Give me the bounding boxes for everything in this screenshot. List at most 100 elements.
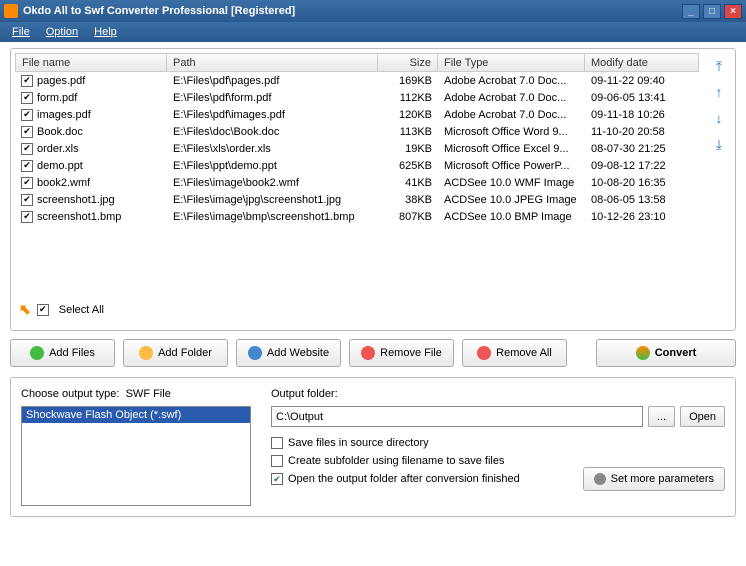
table-row[interactable]: ✔pages.pdfE:\Files\pdf\pages.pdf169KBAdo… <box>15 72 707 89</box>
row-checkbox[interactable]: ✔ <box>21 211 33 223</box>
app-icon <box>4 4 18 18</box>
file-type: ACDSee 10.0 JPEG Image <box>438 194 585 206</box>
file-size: 113KB <box>378 126 438 138</box>
file-list-panel: File name Path Size File Type Modify dat… <box>10 48 736 331</box>
convert-icon <box>636 346 650 360</box>
output-folder-input[interactable] <box>271 406 643 427</box>
table-row[interactable]: ✔images.pdfE:\Files\pdf\images.pdf120KBA… <box>15 106 707 123</box>
file-type: Microsoft Office Excel 9... <box>438 143 585 155</box>
output-type-item[interactable]: Shockwave Flash Object (*.swf) <box>22 407 250 423</box>
row-checkbox[interactable]: ✔ <box>21 126 33 138</box>
convert-button[interactable]: Convert <box>596 339 736 367</box>
table-row[interactable]: ✔screenshot1.bmpE:\Files\image\bmp\scree… <box>15 208 707 225</box>
file-date: 08-06-05 13:58 <box>585 194 699 206</box>
file-size: 807KB <box>378 211 438 223</box>
table-row[interactable]: ✔book2.wmfE:\Files\image\book2.wmf41KBAC… <box>15 174 707 191</box>
minus-icon <box>361 346 375 360</box>
file-size: 625KB <box>378 160 438 172</box>
row-checkbox[interactable]: ✔ <box>21 92 33 104</box>
up-arrow-icon: ⬉ <box>19 301 31 318</box>
row-checkbox[interactable]: ✔ <box>21 109 33 121</box>
file-table: File name Path Size File Type Modify dat… <box>15 53 707 295</box>
file-date: 08-07-30 21:25 <box>585 143 699 155</box>
col-path[interactable]: Path <box>167 53 378 72</box>
file-name: screenshot1.bmp <box>37 211 121 223</box>
table-row[interactable]: ✔form.pdfE:\Files\pdf\form.pdf112KBAdobe… <box>15 89 707 106</box>
row-checkbox[interactable]: ✔ <box>21 75 33 87</box>
choose-type-value: SWF File <box>126 388 171 400</box>
table-row[interactable]: ✔ screenshot1.jpg E:\Files\image\jpg\scree… <box>15 191 707 208</box>
file-type: ACDSee 10.0 BMP Image <box>438 211 585 223</box>
col-size[interactable]: Size <box>378 53 438 72</box>
row-checkbox[interactable]: ✔ <box>21 143 33 155</box>
action-button-row: Add Files Add Folder Add Website Remove … <box>10 339 736 367</box>
move-bottom-icon[interactable]: ⤓ <box>710 135 728 153</box>
menu-help[interactable]: Help <box>86 23 125 41</box>
output-folder-label: Output folder: <box>271 388 725 400</box>
file-name: book2.wmf <box>37 177 90 189</box>
file-path: E:\Files\image\jpg\screenshot1.jpg <box>167 194 378 206</box>
save-in-source-label: Save files in source directory <box>288 437 429 449</box>
gear-icon <box>594 473 606 485</box>
col-modifydate[interactable]: Modify date <box>585 53 699 72</box>
col-filetype[interactable]: File Type <box>438 53 585 72</box>
table-row[interactable]: ✔ demo.ppt E:\Files\ppt\demo.ppt625KBMicro… <box>15 157 707 174</box>
file-size: 38KB <box>378 194 438 206</box>
remove-file-button[interactable]: Remove File <box>349 339 454 367</box>
file-path: E:\Files\xls\order.xls <box>167 143 378 155</box>
file-name: Book.doc <box>37 126 83 138</box>
maximize-button[interactable]: □ <box>703 4 721 19</box>
file-path: E:\Files\pdf\images.pdf <box>167 109 378 121</box>
table-row[interactable]: ✔ Book.doc E:\Files\doc\Book.doc113KBMicro… <box>15 123 707 140</box>
file-name: pages.pdf <box>37 75 85 87</box>
menu-file[interactable]: File <box>4 23 38 41</box>
move-down-icon[interactable]: ↓ <box>710 109 728 127</box>
remove-all-button[interactable]: Remove All <box>462 339 567 367</box>
browse-button[interactable]: ... <box>648 406 675 427</box>
file-date: 09-08-12 17:22 <box>585 160 699 172</box>
file-name: screenshot1.jpg <box>37 194 115 206</box>
select-all-label: Select All <box>59 304 104 316</box>
plus-icon <box>30 346 44 360</box>
file-path: E:\Files\pdf\form.pdf <box>167 92 378 104</box>
move-top-icon[interactable]: ⤒ <box>710 57 728 75</box>
add-folder-button[interactable]: Add Folder <box>123 339 228 367</box>
output-panel: Choose output type: SWF File Shockwave F… <box>10 377 736 517</box>
table-row[interactable]: ✔order.xlsE:\Files\xls\order.xls19KBMicr… <box>15 140 707 157</box>
file-type: Microsoft Office Word 9... <box>438 126 585 138</box>
folder-icon <box>139 346 153 360</box>
add-files-button[interactable]: Add Files <box>10 339 115 367</box>
title-bar: Okdo All to Swf Converter Professional [… <box>0 0 746 22</box>
row-checkbox[interactable]: ✔ <box>21 160 33 172</box>
file-type: Microsoft Office PowerP... <box>438 160 585 172</box>
minimize-button[interactable]: _ <box>682 4 700 19</box>
menu-option[interactable]: Option <box>38 23 86 41</box>
file-size: 120KB <box>378 109 438 121</box>
row-checkbox[interactable]: ✔ <box>21 194 33 206</box>
file-type: Adobe Acrobat 7.0 Doc... <box>438 92 585 104</box>
select-all-checkbox[interactable]: ✔ <box>37 304 49 316</box>
row-checkbox[interactable]: ✔ <box>21 177 33 189</box>
file-size: 112KB <box>378 92 438 104</box>
add-website-button[interactable]: Add Website <box>236 339 341 367</box>
minus-icon <box>477 346 491 360</box>
file-date: 10-12-26 23:10 <box>585 211 699 223</box>
open-folder-button[interactable]: Open <box>680 406 725 427</box>
open-after-checkbox[interactable]: ✔ <box>271 473 283 485</box>
file-size: 41KB <box>378 177 438 189</box>
file-path: E:\Files\doc\Book.doc <box>167 126 378 138</box>
file-name: demo.ppt <box>37 160 83 172</box>
file-size: 169KB <box>378 75 438 87</box>
create-subfolder-checkbox[interactable] <box>271 455 283 467</box>
move-up-icon[interactable]: ↑ <box>710 83 728 101</box>
file-date: 09-11-22 09:40 <box>585 75 699 87</box>
output-type-list[interactable]: Shockwave Flash Object (*.swf) <box>21 406 251 506</box>
file-path: E:\Files\pdf\pages.pdf <box>167 75 378 87</box>
file-date: 09-11-18 10:26 <box>585 109 699 121</box>
close-button[interactable]: × <box>724 4 742 19</box>
save-in-source-checkbox[interactable] <box>271 437 283 449</box>
more-parameters-button[interactable]: Set more parameters <box>583 467 725 491</box>
file-path: E:\Files\image\book2.wmf <box>167 177 378 189</box>
col-filename[interactable]: File name <box>15 53 167 72</box>
file-path: E:\Files\ppt\demo.ppt <box>167 160 378 172</box>
